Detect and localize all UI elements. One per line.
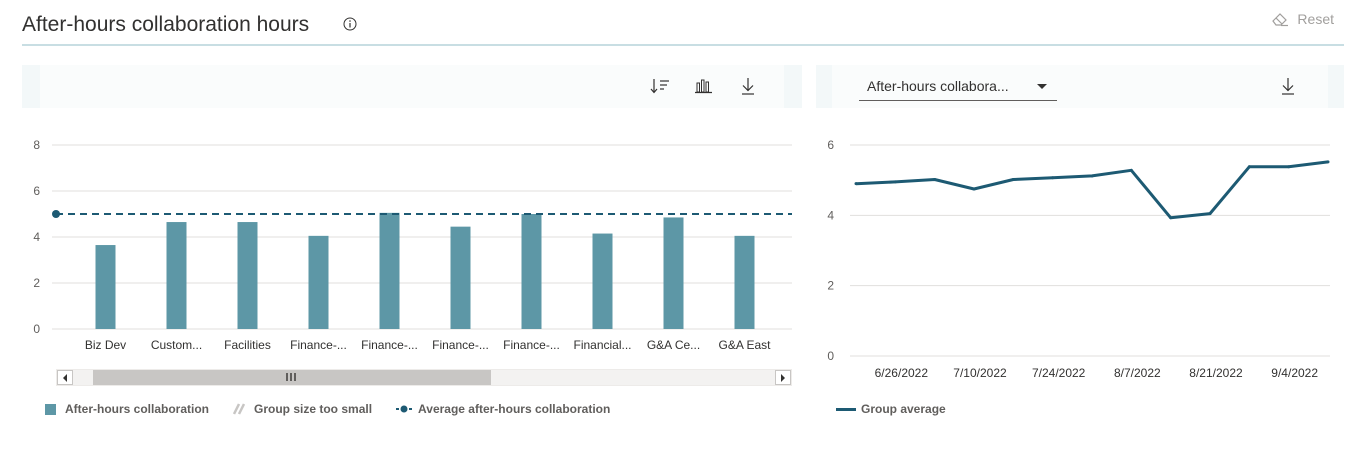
legend-label: Group size too small — [254, 402, 373, 416]
toolbar-edge — [784, 65, 802, 108]
bar — [734, 235, 755, 329]
y-tick-label: 6 — [827, 138, 834, 152]
x-tick-label: Finance-... — [503, 338, 560, 352]
download-button[interactable] — [737, 75, 759, 97]
metric-dropdown-value: After-hours collabora... — [867, 77, 1009, 94]
bar-swatch-icon — [45, 403, 56, 415]
bar — [237, 222, 258, 329]
y-tick-label: 0 — [33, 322, 40, 336]
x-tick-label: 7/10/2022 — [953, 366, 1007, 380]
scroll-left-button[interactable] — [57, 370, 73, 385]
grip-icon — [286, 373, 296, 381]
data-point — [1129, 168, 1133, 172]
x-tick-label: G&A East — [718, 338, 771, 352]
bar-chart-icon — [695, 79, 712, 94]
bar — [95, 245, 116, 329]
y-tick-label: 0 — [827, 349, 834, 363]
data-point — [1208, 212, 1212, 216]
y-tick-label: 8 — [33, 138, 40, 152]
y-tick-label: 6 — [33, 184, 40, 198]
x-tick-label: Biz Dev — [85, 338, 126, 352]
download-icon — [742, 78, 754, 95]
x-tick-label: Financial... — [573, 338, 631, 352]
chart-type-button[interactable] — [693, 75, 715, 97]
scrollbar-thumb[interactable] — [93, 370, 491, 385]
page-title: After-hours collaboration hours — [22, 13, 310, 36]
y-tick-label: 2 — [33, 276, 40, 290]
hatch-swatch-icon — [233, 403, 246, 415]
data-point — [1169, 216, 1173, 220]
x-tick-label: Finance-... — [361, 338, 418, 352]
download-icon — [1282, 78, 1294, 95]
data-point — [1326, 160, 1330, 164]
line-swatch-icon — [836, 407, 856, 411]
toolbar-edge — [1328, 65, 1344, 108]
legend-item[interactable]: Average after-hours collaboration — [396, 402, 610, 416]
series-line — [855, 160, 1329, 220]
x-tick-label: Custom... — [151, 338, 202, 352]
data-point — [933, 177, 937, 181]
bar — [521, 214, 542, 329]
x-tick-label: 8/21/2022 — [1189, 366, 1243, 380]
data-point — [1011, 177, 1015, 181]
info-icon[interactable] — [343, 17, 357, 31]
x-tick-label: Facilities — [224, 338, 271, 352]
data-point — [1090, 174, 1094, 178]
x-tick-label: Finance-... — [290, 338, 347, 352]
data-point — [1287, 165, 1291, 169]
line-chart: 0 2 4 6 6/26/2022 7/10/2022 7/24/2022 8/7/2022 8… — [827, 138, 1330, 380]
bar — [308, 235, 329, 329]
y-tick-label: 2 — [827, 279, 834, 293]
average-marker — [52, 210, 60, 218]
legend-label: Group average — [861, 402, 946, 416]
scroll-right-button[interactable] — [775, 370, 791, 385]
legend-item[interactable]: After-hours collaboration — [45, 402, 209, 416]
legend-item[interactable]: Group average — [836, 402, 946, 416]
caret-right-icon — [781, 373, 785, 382]
bar — [379, 212, 400, 329]
reset-label: Reset — [1297, 11, 1334, 27]
toolbar-edge — [22, 65, 40, 108]
x-tick-label: 8/7/2022 — [1114, 366, 1161, 380]
line-chart-legend: Group average — [836, 402, 970, 416]
horizontal-scrollbar[interactable] — [56, 369, 792, 386]
bar — [592, 233, 613, 329]
x-tick-label: 9/4/2022 — [1271, 366, 1318, 380]
legend-label: Average after-hours collaboration — [418, 402, 611, 416]
data-point — [854, 182, 858, 186]
bar-chart-legend: After-hours collaboration Group size too… — [45, 402, 634, 416]
download-button[interactable] — [1277, 75, 1299, 97]
data-point — [972, 187, 976, 191]
legend-item[interactable]: Group size too small — [233, 402, 372, 416]
metric-dropdown[interactable]: After-hours collabora... — [859, 71, 1057, 101]
data-point — [1247, 165, 1251, 169]
caret-left-icon — [63, 373, 67, 382]
bar — [663, 217, 684, 329]
average-marker-icon — [396, 405, 413, 413]
bar-chart-toolbar — [22, 65, 802, 108]
data-point — [1051, 176, 1055, 180]
sort-icon — [650, 79, 669, 94]
x-tick-label: 7/24/2022 — [1032, 366, 1086, 380]
x-tick-label: 6/26/2022 — [875, 366, 929, 380]
toolbar-edge — [816, 65, 832, 108]
bar — [450, 226, 471, 329]
bar-chart: 0 2 4 6 8 Biz Dev Custom... Facilities Finance-.… — [33, 138, 792, 352]
y-tick-label: 4 — [33, 230, 40, 244]
sort-button[interactable] — [649, 75, 671, 97]
chevron-down-icon — [1037, 84, 1047, 89]
trend-chart-toolbar: After-hours collabora... — [816, 65, 1344, 108]
x-tick-label: Finance-... — [432, 338, 489, 352]
page-header: After-hours collaboration hours Reset — [22, 10, 1344, 46]
y-tick-label: 4 — [827, 208, 834, 222]
legend-label: After-hours collaboration — [65, 402, 210, 416]
x-tick-label: G&A Ce... — [647, 338, 700, 352]
data-point — [893, 180, 897, 184]
bar — [166, 222, 187, 329]
reset-button[interactable]: Reset — [1271, 10, 1334, 28]
eraser-icon — [1272, 13, 1289, 27]
